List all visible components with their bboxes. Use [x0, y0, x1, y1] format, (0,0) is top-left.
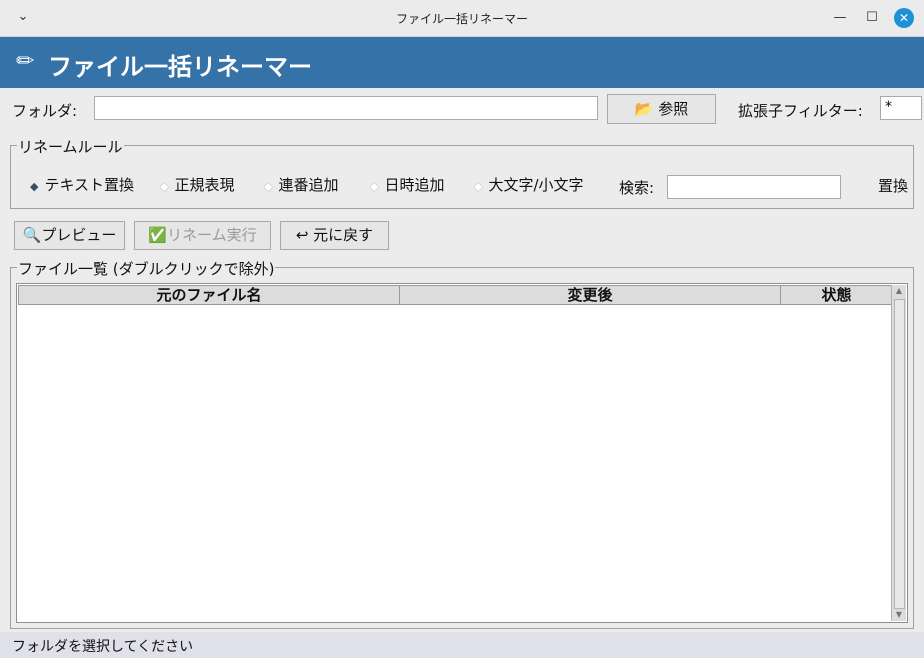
- folder-label: フォルダ:: [12, 102, 78, 120]
- radio-indicator-icon: ◆: [370, 180, 379, 193]
- magnifier-icon: 🔍: [22, 226, 42, 244]
- app-header: ✏ ファイル一括リネーマー: [0, 37, 924, 88]
- window-title: ファイル一括リネーマー: [395, 12, 528, 26]
- scroll-down-icon[interactable]: ▼: [892, 609, 906, 621]
- radio-label: 日時追加: [384, 176, 445, 194]
- column-header-new-name[interactable]: 変更後: [399, 285, 781, 305]
- search-input[interactable]: [667, 175, 841, 199]
- undo-button[interactable]: ↩ 元に戻す: [280, 221, 389, 250]
- column-header-status[interactable]: 状態: [780, 285, 893, 305]
- radio-label: 正規表現: [174, 176, 235, 194]
- radio-datetime[interactable]: ◆ 日時追加: [370, 174, 444, 195]
- file-table[interactable]: 元のファイル名 変更後 状態 ▲ ▼: [16, 283, 908, 623]
- close-icon[interactable]: ✕: [894, 8, 914, 28]
- replace-overflow-label: 置換: [878, 177, 908, 195]
- folder-input[interactable]: [94, 96, 598, 120]
- scroll-up-icon[interactable]: ▲: [892, 285, 906, 297]
- radio-case[interactable]: ◆ 大文字/小文字: [474, 174, 584, 195]
- browse-button-label: 参照: [658, 100, 689, 118]
- app-title: ファイル一括リネーマー: [48, 53, 312, 81]
- title-bar: ⌄ ファイル一括リネーマー — ☐ ✕: [0, 0, 924, 37]
- extension-filter-input[interactable]: *: [880, 96, 922, 120]
- extension-filter-label: 拡張子フィルター:: [738, 102, 863, 120]
- preview-button-label: プレビュー: [41, 226, 117, 244]
- execute-rename-button[interactable]: ✅リネーム実行: [134, 221, 271, 250]
- app-window: ⌄ ファイル一括リネーマー — ☐ ✕ ✏ ファイル一括リネーマー フォルダ: …: [0, 0, 924, 658]
- radio-sequence[interactable]: ◆ 連番追加: [264, 174, 338, 195]
- folder-icon: 📂: [634, 100, 654, 118]
- browse-button[interactable]: 📂 参照: [607, 94, 716, 124]
- radio-label: テキスト置換: [44, 176, 135, 194]
- pencil-icon: ✏: [16, 49, 35, 74]
- radio-label: 連番追加: [278, 176, 339, 194]
- maximize-icon[interactable]: ☐: [862, 8, 882, 28]
- search-label: 検索:: [619, 179, 655, 197]
- checkmark-icon: ✅: [148, 226, 168, 244]
- file-list-title: ファイル一覧 (ダブルクリックで除外): [17, 258, 276, 279]
- table-header: 元のファイル名 変更後 状態: [18, 285, 893, 305]
- radio-indicator-icon: ◆: [160, 180, 169, 193]
- column-header-original-name[interactable]: 元のファイル名: [18, 285, 400, 305]
- radio-text-replace[interactable]: ◆ テキスト置換: [30, 174, 134, 195]
- rename-rules-title: リネームルール: [17, 136, 124, 157]
- execute-rename-label: リネーム実行: [167, 226, 257, 244]
- status-bar: フォルダを選択してください: [0, 632, 924, 658]
- status-text: フォルダを選択してください: [12, 639, 194, 655]
- radio-indicator-icon: ◆: [474, 180, 483, 193]
- undo-button-label: 元に戻す: [313, 226, 374, 244]
- radio-indicator-icon: ◆: [264, 180, 273, 193]
- table-vertical-scrollbar[interactable]: ▲ ▼: [891, 285, 906, 621]
- undo-arrow-icon: ↩: [295, 226, 309, 244]
- radio-label: 大文字/小文字: [488, 176, 584, 194]
- preview-button[interactable]: 🔍プレビュー: [14, 221, 125, 250]
- radio-indicator-icon: ◆: [30, 180, 39, 193]
- scrollbar-thumb[interactable]: [894, 299, 905, 609]
- minimize-icon[interactable]: —: [830, 8, 850, 28]
- radio-regex[interactable]: ◆ 正規表現: [160, 174, 234, 195]
